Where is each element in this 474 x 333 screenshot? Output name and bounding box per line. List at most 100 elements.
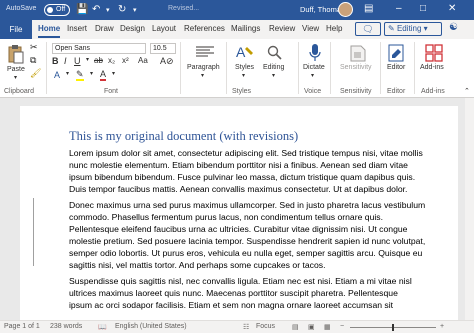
tab-layout[interactable]: Layout [152, 24, 176, 33]
tab-help[interactable]: Help [326, 24, 342, 33]
font-color-icon[interactable]: A [100, 70, 107, 81]
editing-label[interactable]: Editing [263, 64, 284, 71]
close-icon[interactable]: ✕ [448, 3, 456, 14]
tab-mailings[interactable]: Mailings [231, 24, 260, 33]
zoom-out-icon[interactable]: − [340, 323, 344, 330]
text-line: molestie pretium. Sed posuere lacinia te… [69, 236, 426, 247]
word-count[interactable]: 238 words [50, 323, 82, 330]
ribbon-display-icon[interactable]: ▤ [364, 3, 373, 14]
font-name-combo[interactable]: Open Sans [52, 43, 146, 54]
sensitivity-label[interactable]: Sensitivity [340, 64, 372, 71]
autosave-state: Off [56, 6, 66, 13]
format-painter-icon[interactable]: 🖌 [30, 68, 41, 79]
print-layout-icon[interactable]: ▣ [308, 323, 315, 331]
underline-icon[interactable]: U [74, 56, 81, 66]
zoom-slider-thumb[interactable] [392, 324, 394, 331]
dictate-label[interactable]: Dictate [303, 64, 325, 71]
editor-icon[interactable] [387, 42, 407, 64]
tab-view[interactable]: View [302, 24, 319, 33]
text-line: ipsum ac orci sodapor facilisis. Etiam e… [69, 300, 394, 311]
vertical-scrollbar[interactable] [465, 98, 474, 320]
status-bar: Page 1 of 1 238 words 📖 English (United … [0, 320, 474, 333]
bold-icon[interactable]: B [52, 56, 59, 66]
styles-label[interactable]: Styles [235, 64, 254, 71]
font-size-value: 10.5 [153, 45, 167, 52]
change-case-icon[interactable]: Aa [138, 56, 148, 65]
chevron-down-icon[interactable]: ▾ [112, 70, 115, 77]
language-status[interactable]: English (United States) [115, 323, 187, 330]
text-line: Pellentesque eleifend faucibus urna ac u… [69, 224, 408, 235]
share-icon[interactable]: ☯ [449, 22, 458, 33]
italic-icon[interactable]: I [64, 56, 67, 66]
customize-quick-access-icon[interactable]: ▾ [133, 6, 137, 14]
clear-formatting-icon[interactable]: A⊘ [160, 56, 174, 67]
font-name-value: Open Sans [55, 45, 91, 52]
redo-icon[interactable]: ↻ [118, 4, 126, 15]
chevron-down-icon[interactable]: ▾ [201, 72, 204, 79]
editor-label[interactable]: Editor [387, 64, 405, 71]
divider [330, 42, 331, 94]
tab-references[interactable]: References [184, 24, 225, 33]
paste-icon[interactable] [6, 43, 26, 65]
focus-label[interactable]: Focus [256, 323, 275, 330]
tab-file[interactable]: File [0, 20, 32, 39]
undo-icon[interactable]: ↶ [92, 4, 100, 15]
text-line: ultrices maximus laoreet quis nunc. Maec… [69, 288, 398, 299]
page-count[interactable]: Page 1 of 1 [4, 323, 40, 330]
divider [298, 42, 299, 94]
chevron-down-icon[interactable]: ▾ [106, 6, 110, 14]
collapse-ribbon-icon[interactable]: ⌃ [464, 87, 470, 95]
focus-icon[interactable]: ☷ [243, 323, 249, 331]
tab-home[interactable]: Home [38, 24, 61, 38]
maximize-icon[interactable]: □ [420, 3, 426, 14]
chevron-down-icon[interactable]: ▾ [242, 72, 245, 79]
zoom-in-icon[interactable]: + [440, 323, 444, 330]
proofing-icon[interactable]: 📖 [98, 323, 107, 331]
autosave-toggle[interactable]: Off [44, 4, 70, 16]
read-mode-icon[interactable]: ▤ [292, 323, 299, 331]
chevron-down-icon[interactable]: ▾ [90, 70, 93, 77]
chevron-down-icon[interactable]: ▾ [272, 72, 275, 79]
microphone-icon[interactable] [306, 42, 324, 64]
cut-icon[interactable]: ✂ [30, 42, 38, 53]
sensitivity-icon[interactable] [348, 42, 368, 64]
avatar[interactable] [338, 2, 353, 17]
divider [46, 42, 47, 94]
superscript-icon[interactable]: x² [122, 56, 129, 65]
pencil-icon: ✎ [388, 24, 395, 33]
add-ins-label[interactable]: Add-ins [420, 64, 444, 71]
tab-draw[interactable]: Draw [95, 24, 114, 33]
chevron-down-icon[interactable]: ▾ [311, 72, 314, 79]
tab-insert[interactable]: Insert [67, 24, 87, 33]
paragraph-label[interactable]: Paragraph [187, 64, 220, 71]
toggle-knob [47, 7, 53, 13]
strikethrough-icon[interactable]: ab [94, 56, 103, 65]
save-icon[interactable]: 💾 [76, 4, 88, 15]
chevron-down-icon[interactable]: ▾ [66, 70, 69, 77]
comments-button[interactable]: 🗨 [355, 22, 381, 36]
paste-label[interactable]: Paste [7, 66, 25, 73]
tab-design[interactable]: Design [120, 24, 145, 33]
web-layout-icon[interactable]: ▦ [324, 323, 331, 331]
document-page[interactable]: This is my original document (with revis… [20, 106, 458, 320]
font-size-combo[interactable]: 10.5 [150, 43, 176, 54]
add-ins-icon[interactable] [424, 42, 444, 64]
copy-icon[interactable]: ⧉ [30, 55, 36, 66]
autosave-label: AutoSave [6, 5, 37, 12]
text-effects-icon[interactable]: A [54, 70, 60, 80]
text-line: Suspendisse quis sagittis nisl, nec conv… [69, 276, 412, 286]
group-editor: Editor [387, 88, 406, 95]
chevron-down-icon[interactable]: ▾ [86, 56, 89, 63]
editing-mode-button[interactable]: ✎ Editing ▾ [384, 22, 442, 36]
document-name[interactable]: Revised... [168, 5, 199, 12]
tab-review[interactable]: Review [269, 24, 295, 33]
paragraph-icon[interactable] [193, 44, 217, 60]
highlight-icon[interactable]: ✎ [76, 70, 84, 81]
minimize-icon[interactable]: – [396, 3, 402, 14]
search-icon[interactable] [265, 43, 285, 63]
chevron-down-icon[interactable]: ▾ [14, 74, 17, 81]
styles-icon[interactable]: A [234, 42, 256, 62]
editing-mode-label: Editing [396, 24, 422, 33]
document-canvas: This is my original document (with revis… [0, 98, 474, 320]
subscript-icon[interactable]: x₂ [108, 56, 115, 65]
